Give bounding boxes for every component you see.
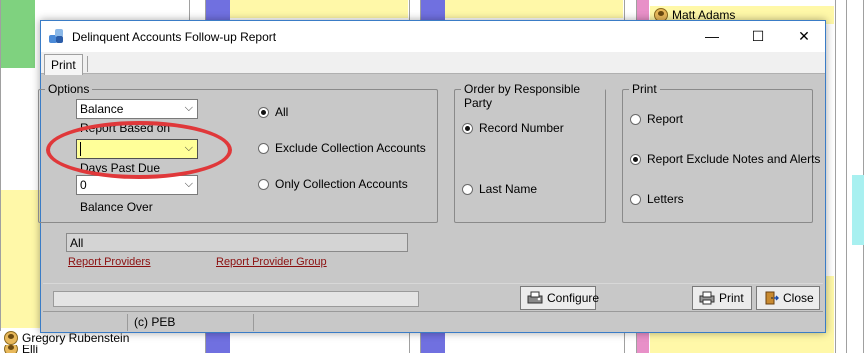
radio-only-collection[interactable]: Only Collection Accounts: [258, 177, 408, 191]
maximize-icon: ☐: [751, 27, 765, 44]
radio-report-label: Report: [647, 112, 684, 126]
radio-letters-label: Letters: [647, 192, 684, 206]
balance-over-value: 0: [80, 178, 87, 192]
balance-over-label: Balance Over: [80, 200, 153, 214]
report-provider-group-link[interactable]: Report Provider Group: [216, 256, 327, 268]
tab-print[interactable]: Print: [44, 54, 83, 75]
appointment-gregory-rubenstein[interactable]: Gregory Rubenstein: [0, 331, 190, 345]
radio-report-exclude-notes-label: Report Exclude Notes and Alerts: [647, 152, 821, 166]
radio-letters[interactable]: Letters: [630, 192, 684, 206]
printer-icon: [699, 291, 715, 305]
schedule-blue-bar: [421, 330, 445, 353]
maximize-button[interactable]: ☐: [735, 21, 781, 51]
schedule-blue-bar: [206, 330, 230, 353]
radio-last-name[interactable]: Last Name: [462, 182, 537, 196]
radio-selected-icon: [630, 153, 641, 165]
options-group-label: Options: [45, 82, 93, 96]
chevron-down-icon: ⌵: [184, 102, 193, 114]
radio-record-number[interactable]: Record Number: [462, 121, 564, 135]
report-providers-value: All: [70, 236, 84, 250]
appointment-elli[interactable]: Elli: [0, 345, 190, 353]
schedule-cyan-block: [852, 175, 864, 245]
print-label: Print: [719, 291, 744, 305]
door-exit-icon: [763, 291, 779, 305]
title-bar[interactable]: Delinquent Accounts Follow-up Report — ☐…: [41, 21, 825, 52]
radio-report-exclude-notes[interactable]: Report Exclude Notes and Alerts: [630, 152, 820, 166]
print-button[interactable]: Print: [692, 286, 752, 310]
close-label: Close: [783, 291, 814, 305]
report-based-on-label: Report Based on: [80, 121, 171, 135]
schedule-blue-bar: [206, 0, 230, 22]
tab-strip: Print: [41, 52, 825, 75]
radio-unselected-icon: [258, 142, 269, 154]
radio-all-label: All: [275, 105, 289, 119]
close-window-button[interactable]: ✕: [781, 21, 827, 51]
radio-only-collection-label: Only Collection Accounts: [275, 177, 408, 191]
report-based-on-value: Balance: [80, 102, 124, 116]
delinquent-accounts-dialog: Delinquent Accounts Follow-up Report — ☐…: [38, 20, 826, 333]
footer-copyright: (c) PEB: [127, 314, 253, 331]
radio-report[interactable]: Report: [630, 112, 683, 126]
schedule-yellow-block: [445, 0, 623, 18]
close-icon: ✕: [798, 27, 810, 44]
days-past-due-select[interactable]: ⌵: [76, 139, 198, 159]
configure-button[interactable]: Configure: [520, 286, 600, 310]
copyright-text: (c) PEB: [134, 315, 176, 329]
patient-icon: [4, 345, 18, 353]
minimize-button[interactable]: —: [689, 21, 735, 51]
radio-exclude-collection-label: Exclude Collection Accounts: [275, 141, 426, 155]
chevron-down-icon: ⌵: [184, 178, 193, 190]
tab-print-label: Print: [51, 58, 76, 72]
balance-over-select[interactable]: 0 ⌵: [76, 175, 198, 195]
schedule-blue-bar: [421, 0, 445, 22]
chevron-down-icon: ⌵: [184, 142, 193, 154]
tab-separator: [87, 56, 88, 72]
footer-cell: [253, 314, 819, 331]
report-providers-box[interactable]: All: [66, 233, 408, 252]
report-providers-link[interactable]: Report Providers: [68, 256, 151, 268]
order-by-group: Order by Responsible Party: [454, 82, 606, 223]
radio-selected-icon: [258, 106, 269, 118]
schedule-yellow-block: [230, 0, 408, 18]
appointment-patient-name: Elli: [22, 345, 39, 353]
days-past-due-label: Days Past Due: [80, 161, 161, 175]
close-button[interactable]: Close: [756, 286, 820, 310]
report-based-on-select[interactable]: Balance ⌵: [76, 99, 198, 119]
schedule-green-block: [1, 0, 35, 68]
configure-label: Configure: [547, 291, 600, 305]
configure-icon: [527, 291, 543, 305]
radio-unselected-icon: [462, 183, 473, 195]
minimize-icon: —: [705, 28, 719, 44]
radio-all[interactable]: All: [258, 105, 288, 119]
order-by-group-label: Order by Responsible Party: [461, 82, 605, 110]
footer-cell: [43, 314, 127, 331]
radio-last-name-label: Last Name: [479, 182, 538, 196]
print-options-group-label: Print: [629, 82, 660, 96]
appointment-patient-name: Gregory Rubenstein: [22, 331, 130, 345]
app-icon: [49, 28, 65, 45]
patient-icon: [4, 331, 18, 345]
radio-selected-icon: [462, 122, 473, 134]
dialog-content: Options Balance ⌵ Report Based on ⌵ Days…: [38, 75, 823, 285]
window-title: Delinquent Accounts Follow-up Report: [72, 29, 277, 44]
radio-unselected-icon: [630, 193, 641, 205]
radio-unselected-icon: [630, 113, 641, 125]
radio-record-number-label: Record Number: [479, 121, 564, 135]
progress-bar: [53, 291, 419, 307]
text-cursor: [80, 142, 81, 156]
footer-status-bar: (c) PEB: [43, 311, 823, 332]
radio-exclude-collection[interactable]: Exclude Collection Accounts: [258, 141, 426, 155]
radio-unselected-icon: [258, 178, 269, 190]
button-bar: Configure Print Close: [43, 283, 823, 311]
